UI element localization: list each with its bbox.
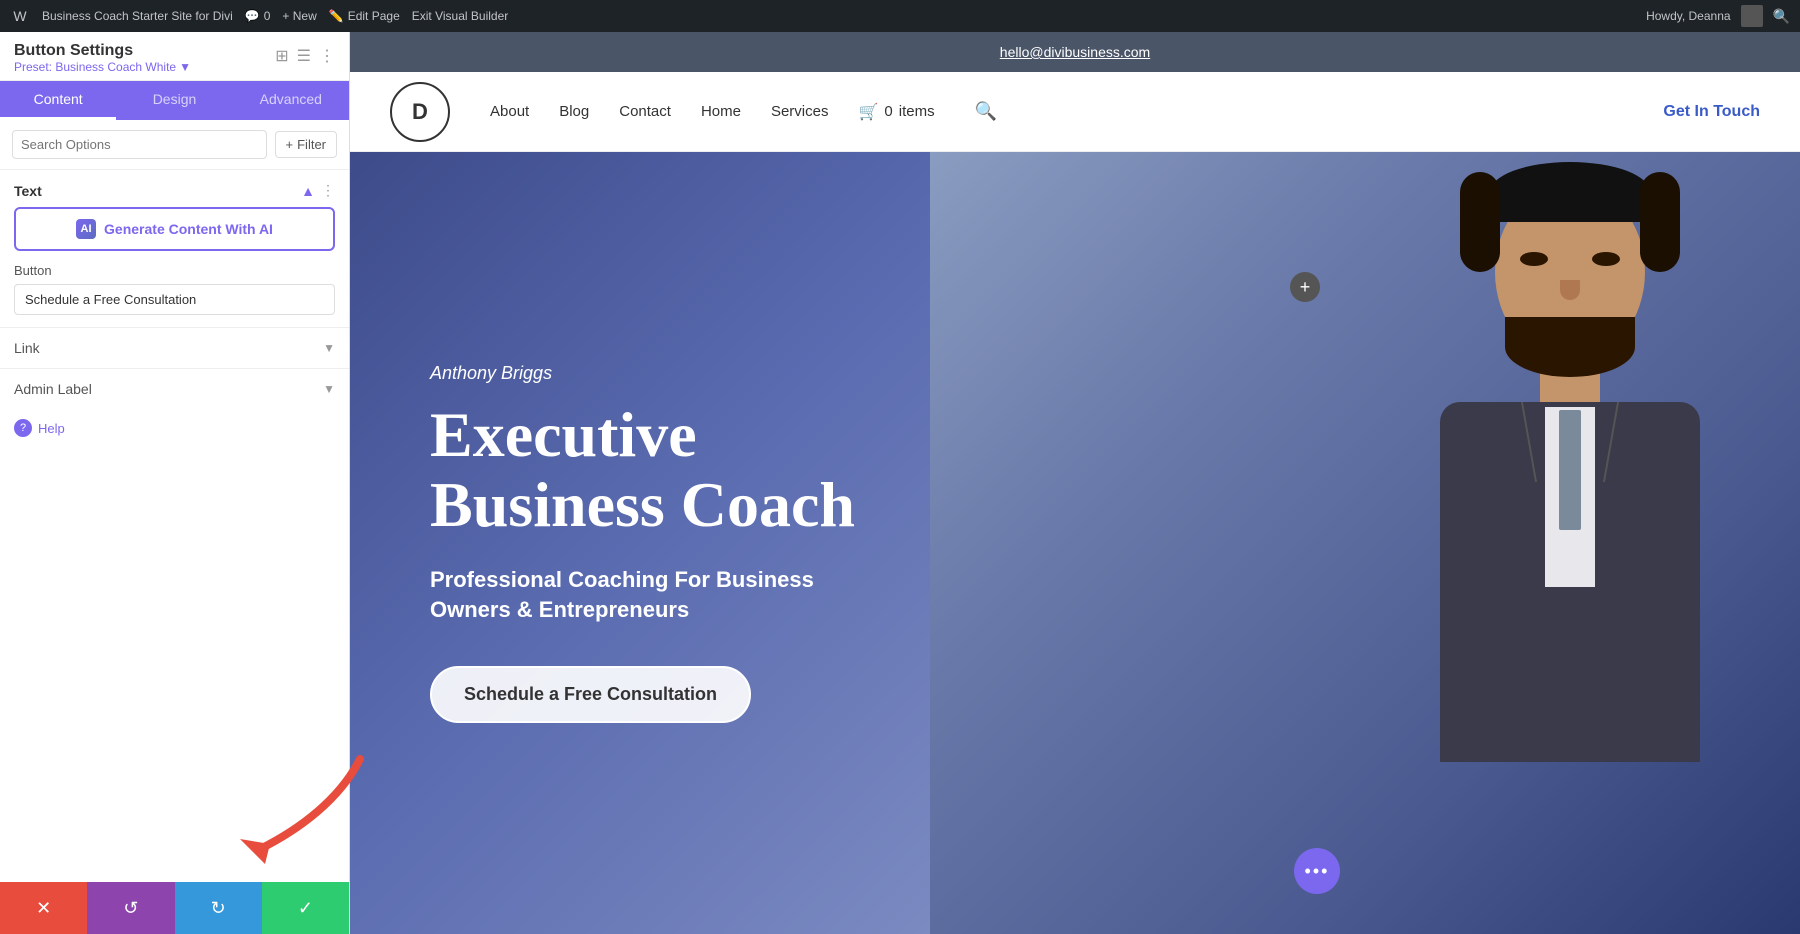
hero-title: Executive Business Coach (430, 400, 870, 541)
generate-ai-button[interactable]: AI Generate Content With AI (14, 207, 335, 251)
section-icons: ▲ ⋮ (301, 182, 335, 199)
preset-label: Preset: Business Coach White (14, 60, 176, 74)
help-label: Help (38, 421, 65, 436)
admin-edit-page[interactable]: ✏️ Edit Page (329, 9, 400, 23)
arrow-svg (200, 749, 400, 869)
nav-about[interactable]: About (490, 103, 529, 120)
panel-more-icon[interactable]: ⋮ (319, 46, 335, 66)
howdy-label: Howdy, Deanna (1646, 9, 1731, 23)
link-section-title: Link (14, 340, 40, 356)
button-field-group: Button (0, 263, 349, 327)
bottom-toolbar: ✕ ↺ ↻ ✓ (0, 882, 349, 934)
ai-icon: AI (76, 219, 96, 239)
nav-services[interactable]: Services (771, 103, 829, 120)
search-wrap (12, 130, 267, 159)
comment-count: 0 (264, 9, 271, 23)
search-admin-icon[interactable]: 🔍 (1773, 8, 1790, 25)
main-layout: Button Settings Preset: Business Coach W… (0, 32, 1800, 934)
cart-label: items (899, 103, 935, 120)
nav-contact[interactable]: Contact (619, 103, 671, 120)
filter-icon: + (286, 137, 294, 152)
site-logo[interactable]: D (390, 82, 450, 142)
hero-person-name: Anthony Briggs (430, 363, 870, 384)
help-icon: ? (14, 419, 32, 437)
redo-button[interactable]: ↻ (175, 882, 262, 934)
link-chevron-icon: ▼ (323, 341, 335, 355)
new-label: + New (282, 9, 316, 23)
panel-columns-icon[interactable]: ☰ (297, 46, 311, 66)
panel-title: Button Settings (14, 42, 191, 60)
admin-new[interactable]: + New (282, 9, 316, 23)
text-section-title: Text (14, 183, 42, 199)
email-bar: hello@divibusiness.com (350, 32, 1800, 72)
cart-icon: 🛒 (858, 102, 878, 122)
panel-grid-icon[interactable]: ⊞ (275, 46, 288, 66)
cart-area[interactable]: 🛒 0 items (858, 102, 934, 122)
site-nav: About Blog Contact Home Services 🛒 0 ite… (490, 101, 1663, 122)
search-row: + Filter (0, 120, 349, 170)
admin-label-title: Admin Label (14, 381, 92, 397)
undo-button[interactable]: ↺ (87, 882, 174, 934)
hero-person-image (930, 152, 1800, 934)
hero-cta-button[interactable]: Schedule a Free Consultation (430, 666, 751, 723)
plus-icon: + (1300, 277, 1311, 298)
panel-tabs: Content Design Advanced (0, 81, 349, 120)
edit-icon: ✏️ (329, 9, 344, 23)
search-options-input[interactable] (12, 130, 267, 159)
nav-home[interactable]: Home (701, 103, 741, 120)
search-nav-icon[interactable]: 🔍 (975, 101, 997, 122)
link-section-header[interactable]: Link ▼ (14, 328, 335, 368)
dots-icon: ••• (1305, 861, 1330, 882)
panel-preset[interactable]: Preset: Business Coach White ▼ (14, 60, 191, 74)
admin-label-section-header[interactable]: Admin Label ▼ (14, 369, 335, 409)
get-in-touch-button[interactable]: Get In Touch (1663, 103, 1760, 121)
cancel-icon: ✕ (36, 898, 51, 919)
admin-site-name[interactable]: Business Coach Starter Site for Divi (42, 9, 233, 23)
edit-page-label: Edit Page (348, 9, 400, 23)
button-text-input[interactable] (14, 284, 335, 315)
dots-button[interactable]: ••• (1294, 848, 1340, 894)
save-icon: ✓ (298, 898, 313, 919)
admin-label-section: Admin Label ▼ (0, 368, 349, 409)
site-name-label: Business Coach Starter Site for Divi (42, 9, 233, 23)
left-panel: Button Settings Preset: Business Coach W… (0, 32, 350, 934)
help-row[interactable]: ? Help (0, 409, 349, 447)
filter-label: Filter (297, 137, 326, 152)
admin-label-chevron: ▼ (323, 382, 335, 396)
comment-icon: 💬 (245, 9, 260, 23)
section-chevron-up[interactable]: ▲ (301, 183, 315, 199)
hero-section: Anthony Briggs Executive Business Coach … (350, 152, 1800, 934)
nav-blog[interactable]: Blog (559, 103, 589, 120)
generate-ai-label: Generate Content With AI (104, 221, 273, 237)
wordpress-icon[interactable]: W (10, 6, 30, 26)
preset-chevron: ▼ (179, 60, 191, 74)
arrow-overlay (200, 749, 400, 874)
text-section-header: Text ▲ ⋮ (0, 170, 349, 207)
redo-icon: ↻ (211, 898, 226, 919)
plus-button[interactable]: + (1290, 272, 1320, 302)
tab-advanced[interactable]: Advanced (233, 81, 349, 120)
undo-icon: ↺ (123, 898, 138, 919)
save-button[interactable]: ✓ (262, 882, 349, 934)
hero-content: Anthony Briggs Executive Business Coach … (350, 303, 950, 783)
admin-bar: W Business Coach Starter Site for Divi 💬… (0, 0, 1800, 32)
panel-header: Button Settings Preset: Business Coach W… (0, 32, 349, 81)
right-area: hello@divibusiness.com D About Blog Cont… (350, 32, 1800, 934)
admin-exit-builder[interactable]: Exit Visual Builder (412, 9, 509, 23)
cancel-button[interactable]: ✕ (0, 882, 87, 934)
cart-count: 0 (884, 103, 892, 120)
button-field-label: Button (14, 263, 335, 278)
link-section: Link ▼ (0, 327, 349, 368)
site-header: D About Blog Contact Home Services 🛒 0 i… (350, 72, 1800, 152)
filter-button[interactable]: + Filter (275, 131, 337, 158)
user-avatar[interactable] (1741, 5, 1763, 27)
hero-subtitle: Professional Coaching For Business Owner… (430, 565, 870, 627)
email-link[interactable]: hello@divibusiness.com (1000, 44, 1150, 60)
tab-design[interactable]: Design (116, 81, 232, 120)
tab-content[interactable]: Content (0, 81, 116, 120)
exit-builder-label: Exit Visual Builder (412, 9, 509, 23)
section-more-icon[interactable]: ⋮ (321, 182, 335, 199)
person-silhouette (930, 152, 1800, 934)
admin-comments[interactable]: 💬 0 (245, 9, 271, 23)
